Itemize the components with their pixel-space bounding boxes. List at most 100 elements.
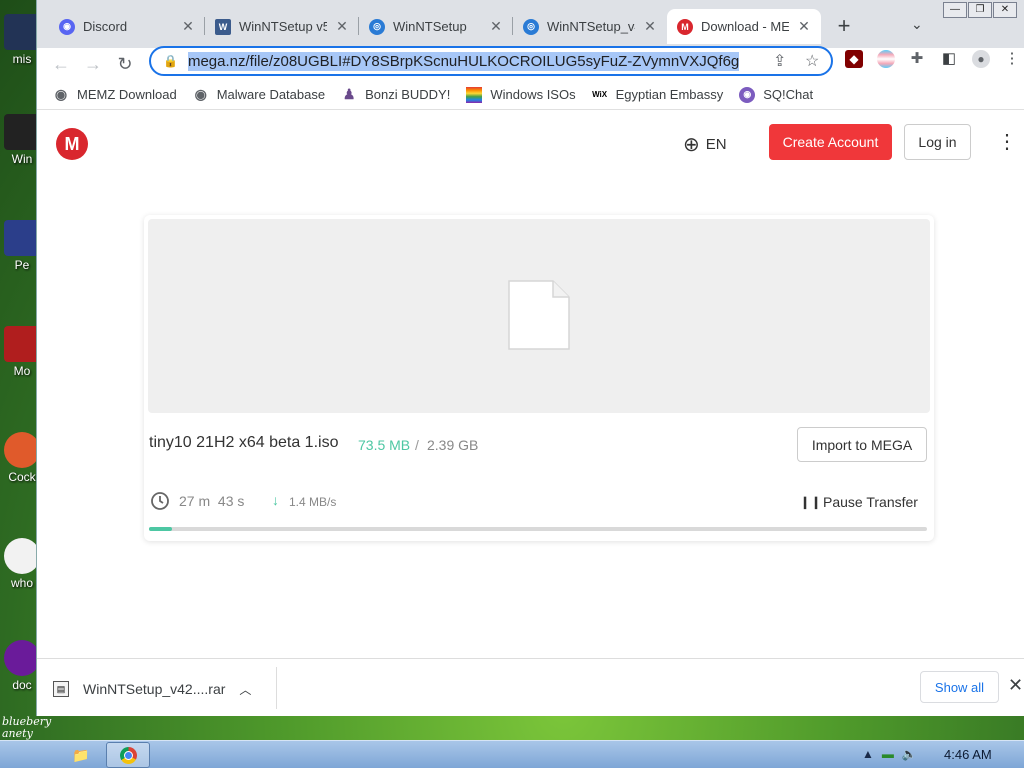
language-label: EN xyxy=(705,136,727,153)
network-icon[interactable]: ▬ xyxy=(882,747,894,761)
mega-icon: M xyxy=(677,18,693,35)
bookmark-label: Windows ISOs xyxy=(490,87,576,102)
pause-transfer-button[interactable]: Pause Transfer xyxy=(823,494,918,510)
download-file-name: WinNTSetup_v42....rar xyxy=(83,681,226,697)
side-panel-icon[interactable]: ◧ xyxy=(940,50,958,68)
volume-icon[interactable]: 🔈 xyxy=(902,747,917,761)
extensions-puzzle-icon[interactable]: ✚ xyxy=(908,50,926,68)
taskbar-chrome-button[interactable] xyxy=(106,742,150,768)
time-remaining: 27 m 43 s xyxy=(179,493,245,509)
bookmark-label: MEMZ Download xyxy=(77,87,177,102)
wallpaper-text: bluebery anety xyxy=(2,715,52,740)
bookmark-malware-database[interactable]: ◉ Malware Database xyxy=(193,86,326,103)
globe-icon: ◉ xyxy=(194,86,207,102)
system-tray: ▲ ▬ 🔈 xyxy=(862,747,917,761)
chrome-window: ◉ Discord ✕ W WinNTSetup v5 ✕ ◎ WinNTSet… xyxy=(36,0,1024,716)
download-arrow-icon: ↓ xyxy=(272,492,279,508)
bookmark-windows-isos[interactable]: Windows ISOs xyxy=(466,86,576,103)
share-icon[interactable]: ⇪ xyxy=(773,51,786,71)
desktop-icon-label: Cock xyxy=(8,470,36,484)
file-preview xyxy=(148,219,930,413)
bookmark-label: Bonzi BUDDY! xyxy=(365,87,451,102)
tab-search-chevron-icon[interactable]: ⌄ xyxy=(911,16,923,33)
url-text[interactable]: mega.nz/file/z08UGBLI#DY8SBrpKScnuHULKOC… xyxy=(187,51,740,71)
lock-icon[interactable]: 🔒 xyxy=(163,54,178,68)
login-button[interactable]: Log in xyxy=(904,124,971,160)
pause-icon[interactable]: ❙❙ xyxy=(800,495,822,509)
tab-discord[interactable]: ◉ Discord ✕ xyxy=(49,9,205,44)
close-icon[interactable]: ✕ xyxy=(1008,675,1023,696)
desktop-icon-label: doc xyxy=(12,678,32,692)
close-icon[interactable]: ✕ xyxy=(489,18,503,35)
chevron-up-icon[interactable]: ︿ xyxy=(239,681,251,698)
archive-file-icon: ▤ xyxy=(53,681,69,697)
desktop-icon-label: Mo xyxy=(13,364,31,378)
close-icon[interactable]: ✕ xyxy=(797,18,811,35)
app-icon xyxy=(4,326,40,362)
file-name: tiny10 21H2 x64 beta 1.iso xyxy=(149,434,339,451)
size-separator: / xyxy=(415,437,419,453)
app-icon xyxy=(4,640,40,676)
new-tab-icon[interactable]: + xyxy=(832,14,856,38)
app-icon xyxy=(4,14,40,50)
tab-winntsetup-v5[interactable]: W WinNTSetup v5 ✕ xyxy=(205,9,359,44)
profile-avatar-icon[interactable]: ● xyxy=(972,50,990,68)
taskbar: 📁 ▲ ▬ 🔈 4:46 AM xyxy=(0,740,1024,768)
bonzi-icon: ♟ xyxy=(342,86,356,102)
desktop-icon-label: Win xyxy=(11,152,33,166)
address-bar[interactable]: 🔒 mega.nz/file/z08UGBLI#DY8SBrpKScnuHULK… xyxy=(149,46,833,76)
chrome-menu-icon[interactable]: ⋮ xyxy=(1003,50,1021,68)
app-icon xyxy=(4,220,40,256)
bookmark-bonzi[interactable]: ♟ Bonzi BUDDY! xyxy=(341,86,451,103)
bookmark-star-icon[interactable]: ☆ xyxy=(805,51,819,71)
folder-icon[interactable]: 📁 xyxy=(66,744,96,766)
forum-icon: W xyxy=(215,18,231,35)
reload-icon[interactable]: ↻ xyxy=(113,52,137,76)
tab-label: WinNTSetup v5 xyxy=(239,19,327,34)
wix-icon: WiX xyxy=(592,90,608,99)
downloaded-size: 73.5 MB xyxy=(358,437,411,453)
more-menu-icon[interactable]: ⋮ xyxy=(997,132,1017,152)
chrome-icon xyxy=(120,747,137,764)
forward-icon[interactable]: → xyxy=(81,52,105,76)
bookmark-egyptian-embassy[interactable]: WiX Egyptian Embassy xyxy=(592,87,724,103)
eye-icon: ◎ xyxy=(523,18,539,35)
toolbar: ← → ↻ 🔒 mega.nz/file/z08UGBLI#DY8SBrpKSc… xyxy=(37,46,1024,80)
bookmark-label: Malware Database xyxy=(216,87,326,102)
clock-icon xyxy=(151,492,169,510)
ublock-icon[interactable]: ◆ xyxy=(845,50,863,68)
import-to-mega-button[interactable]: Import to MEGA xyxy=(797,427,927,462)
close-icon[interactable]: ✕ xyxy=(181,18,195,35)
minimize-button[interactable]: — xyxy=(943,2,967,18)
language-selector[interactable]: ⊕ EN xyxy=(683,132,727,157)
close-icon[interactable]: ✕ xyxy=(643,18,657,35)
bookmark-sqchat[interactable]: ◉ SQ!Chat xyxy=(739,86,814,103)
tab-winntsetup[interactable]: ◎ WinNTSetup ✕ xyxy=(359,9,513,44)
close-icon[interactable]: ✕ xyxy=(335,18,349,35)
tab-winntsetup-v4[interactable]: ◎ WinNTSetup_v4 ✕ xyxy=(513,9,667,44)
mega-logo[interactable]: M xyxy=(56,128,88,160)
create-account-button[interactable]: Create Account xyxy=(769,124,892,160)
back-icon[interactable]: ← xyxy=(49,52,73,76)
extension-flag-icon[interactable] xyxy=(877,50,895,68)
close-window-button[interactable]: ✕ xyxy=(993,2,1017,18)
bookmark-memz[interactable]: ◉ MEMZ Download xyxy=(53,86,177,103)
show-all-button[interactable]: Show all xyxy=(920,671,999,703)
tab-label: Discord xyxy=(83,19,128,34)
download-item[interactable]: ▤ WinNTSetup_v42....rar ︿ xyxy=(53,671,275,707)
maximize-button[interactable]: ❐ xyxy=(968,2,992,18)
eye-icon: ◎ xyxy=(369,18,385,35)
chat-icon: ◉ xyxy=(739,86,756,103)
tab-strip: ◉ Discord ✕ W WinNTSetup v5 ✕ ◎ WinNTSet… xyxy=(37,0,1024,48)
bookmark-label: Egyptian Embassy xyxy=(615,87,724,102)
discord-icon: ◉ xyxy=(59,18,75,35)
tab-label: Download - ME xyxy=(701,19,789,34)
globe-icon: ◉ xyxy=(54,86,68,102)
tray-chevron-icon[interactable]: ▲ xyxy=(862,747,874,761)
clock[interactable]: 4:46 AM xyxy=(944,747,992,762)
desktop-icon-label: who xyxy=(10,576,33,590)
app-icon xyxy=(4,114,40,150)
shelf-divider xyxy=(276,667,277,709)
bookmark-label: SQ!Chat xyxy=(763,87,814,102)
tab-mega-download[interactable]: M Download - ME ✕ xyxy=(667,9,821,44)
